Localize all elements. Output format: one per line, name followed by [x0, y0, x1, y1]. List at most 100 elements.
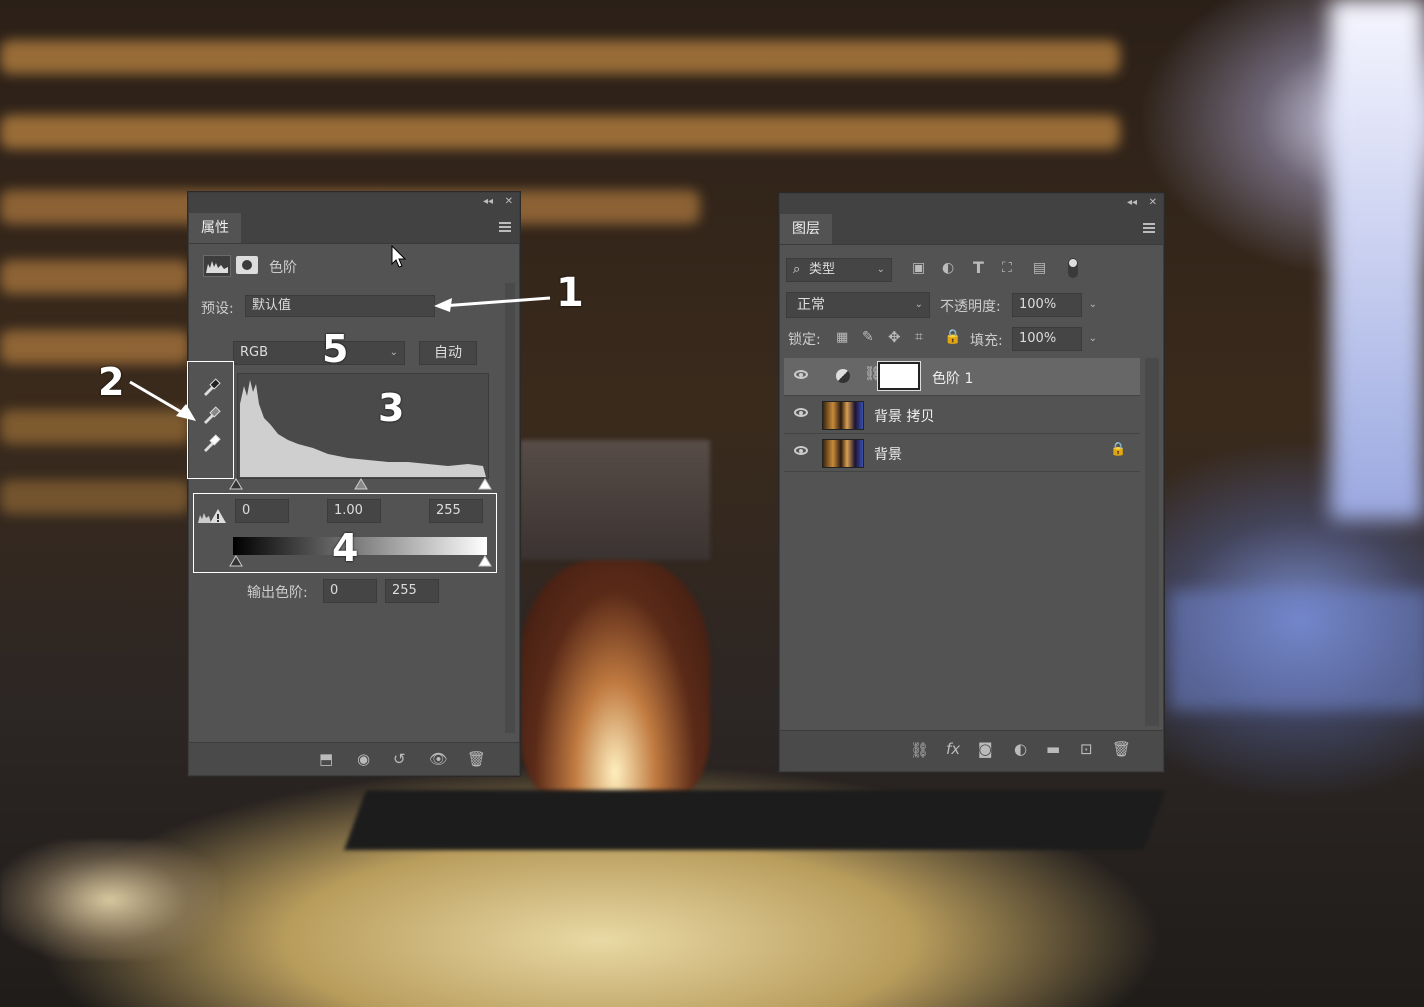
annotation-arrow-2: [129, 380, 196, 421]
input-black-field[interactable]: 0: [235, 499, 289, 523]
layers-tab-row: 图层: [780, 214, 1163, 245]
collapse-icon[interactable]: ◂◂: [1127, 197, 1137, 208]
filter-toggle-icon[interactable]: [1068, 258, 1078, 278]
visibility-eye-icon[interactable]: 👁: [429, 750, 448, 768]
lock-position-icon[interactable]: ✥: [888, 328, 901, 346]
lock-label: 锁定:: [788, 332, 821, 348]
output-black-slider[interactable]: [229, 555, 243, 567]
lock-icon: 🔒: [1110, 442, 1127, 457]
chevron-down-icon: ⌄: [1088, 299, 1097, 310]
histogram: [237, 373, 489, 479]
output-white-field[interactable]: 255: [385, 579, 439, 603]
filter-type-layer-icon[interactable]: T: [973, 258, 984, 277]
layers-panel-titlebar: ◂◂ ✕: [780, 194, 1163, 214]
delete-icon[interactable]: 🗑: [467, 750, 486, 768]
layer-row[interactable]: 背景 🔒: [784, 434, 1140, 472]
chevron-down-icon: ⌄: [389, 347, 398, 358]
layers-panel: ◂◂ ✕ 图层 ⌕ 类型 ⌄ ▣ ◐ T ⛶ ▤ 正常 ⌄ 不透明度: 100%…: [779, 193, 1164, 772]
layer-style-fx-icon[interactable]: fx: [946, 740, 960, 758]
delete-layer-icon[interactable]: 🗑: [1112, 740, 1131, 758]
annotation-5: 5: [322, 327, 349, 371]
filter-kind-value: 类型: [809, 262, 836, 277]
tab-properties[interactable]: 属性: [189, 213, 241, 243]
preset-dropdown[interactable]: 默认值: [245, 295, 435, 317]
input-white-field[interactable]: 255: [429, 499, 483, 523]
output-black-field[interactable]: 0: [323, 579, 377, 603]
blend-mode-value: 正常: [797, 297, 825, 313]
input-white-slider[interactable]: [478, 478, 492, 490]
input-gamma-slider[interactable]: [354, 478, 368, 490]
layers-scrollbar[interactable]: [1145, 358, 1159, 726]
properties-tab-row: 属性: [189, 213, 519, 244]
filter-kind-dropdown[interactable]: ⌕ 类型 ⌄: [786, 258, 892, 282]
annotation-3: 3: [378, 386, 405, 430]
layer-name: 背景: [874, 447, 902, 463]
preset-value: 默认值: [252, 298, 292, 313]
input-gamma-field[interactable]: 1.00: [327, 499, 381, 523]
clip-to-layer-icon[interactable]: ⬒: [319, 750, 333, 768]
eye-icon[interactable]: [794, 446, 808, 455]
filter-shape-layer-icon[interactable]: ⛶: [1002, 260, 1012, 276]
clipping-warning-icon[interactable]: [197, 507, 227, 525]
opacity-field[interactable]: 100% ⌄: [1012, 293, 1097, 317]
mask-icon[interactable]: [236, 256, 258, 274]
chevron-down-icon: ⌄: [914, 299, 923, 310]
link-layers-icon[interactable]: ⛓: [910, 741, 929, 759]
eye-icon[interactable]: [794, 408, 808, 417]
adjustment-layer-icon: [836, 369, 850, 383]
layer-row[interactable]: 背景 拷贝: [784, 396, 1140, 434]
annotation-4: 4: [332, 526, 359, 570]
channel-value: RGB: [240, 345, 269, 360]
opacity-label: 不透明度:: [940, 299, 1001, 315]
layer-row[interactable]: ⛓ 色阶 1: [784, 358, 1140, 396]
layers-list: ⛓ 色阶 1 背景 拷贝 背景 🔒: [780, 358, 1150, 728]
layer-mask-thumbnail: [877, 361, 921, 391]
panel-menu-icon[interactable]: [499, 222, 511, 234]
fill-value: 100%: [1019, 331, 1057, 346]
lock-transparent-pixels-icon[interactable]: ▦: [836, 330, 848, 345]
new-layer-icon[interactable]: ⊡: [1080, 740, 1093, 758]
reset-icon[interactable]: ↺: [393, 750, 406, 768]
filter-adjustment-layer-icon[interactable]: ◐: [942, 260, 954, 276]
properties-panel-titlebar: ◂◂ ✕: [189, 193, 519, 213]
close-icon[interactable]: ✕: [505, 196, 513, 207]
input-black-slider[interactable]: [229, 478, 243, 490]
tab-layers[interactable]: 图层: [780, 214, 832, 244]
add-mask-icon[interactable]: ◙: [978, 740, 993, 758]
chevron-down-icon: ⌄: [1088, 333, 1097, 344]
opacity-value: 100%: [1019, 297, 1057, 312]
channel-dropdown[interactable]: RGB ⌄: [233, 341, 405, 365]
mouse-cursor-icon: [391, 245, 407, 268]
chevron-down-icon: ⌄: [876, 264, 885, 275]
annotation-2: 2: [98, 360, 125, 404]
filter-pixel-layer-icon[interactable]: ▣: [912, 260, 925, 276]
output-levels-label: 输出色阶:: [247, 585, 308, 601]
eye-icon[interactable]: [794, 370, 808, 379]
properties-scrollbar[interactable]: [505, 283, 515, 733]
blend-mode-dropdown[interactable]: 正常 ⌄: [786, 292, 930, 318]
panel-menu-icon[interactable]: [1143, 223, 1155, 235]
fill-label: 填充:: [970, 333, 1003, 349]
lock-artboard-icon[interactable]: ⌗: [915, 329, 923, 345]
annotation-1: 1: [556, 270, 584, 316]
auto-button[interactable]: 自动: [419, 341, 477, 365]
histogram-icon[interactable]: [203, 255, 231, 277]
output-white-slider[interactable]: [478, 555, 492, 567]
lock-image-pixels-icon[interactable]: ✎: [862, 329, 874, 345]
layer-thumbnail: [822, 439, 864, 468]
fill-field[interactable]: 100% ⌄: [1012, 327, 1097, 351]
output-gradient-bar: [233, 537, 487, 555]
properties-panel: ◂◂ ✕ 属性 色阶 预设: 默认值 RGB ⌄ 自动 0 1.00 255 输…: [187, 192, 520, 776]
lock-all-icon[interactable]: 🔒: [944, 329, 961, 345]
search-icon: ⌕: [793, 262, 801, 277]
properties-bottom-bar: ⬒ ◉ ↺ 👁 🗑: [189, 742, 519, 775]
collapse-icon[interactable]: ◂◂: [483, 196, 493, 207]
preset-label: 预设:: [201, 301, 234, 317]
new-adjustment-layer-icon[interactable]: ◐: [1014, 740, 1027, 758]
close-icon[interactable]: ✕: [1149, 197, 1157, 208]
view-previous-state-icon[interactable]: ◉: [357, 750, 370, 768]
new-group-icon[interactable]: ▬: [1046, 740, 1060, 758]
layer-thumbnail: [822, 401, 864, 430]
adjustment-title: 色阶: [269, 260, 297, 276]
filter-smart-object-icon[interactable]: ▤: [1033, 260, 1046, 276]
